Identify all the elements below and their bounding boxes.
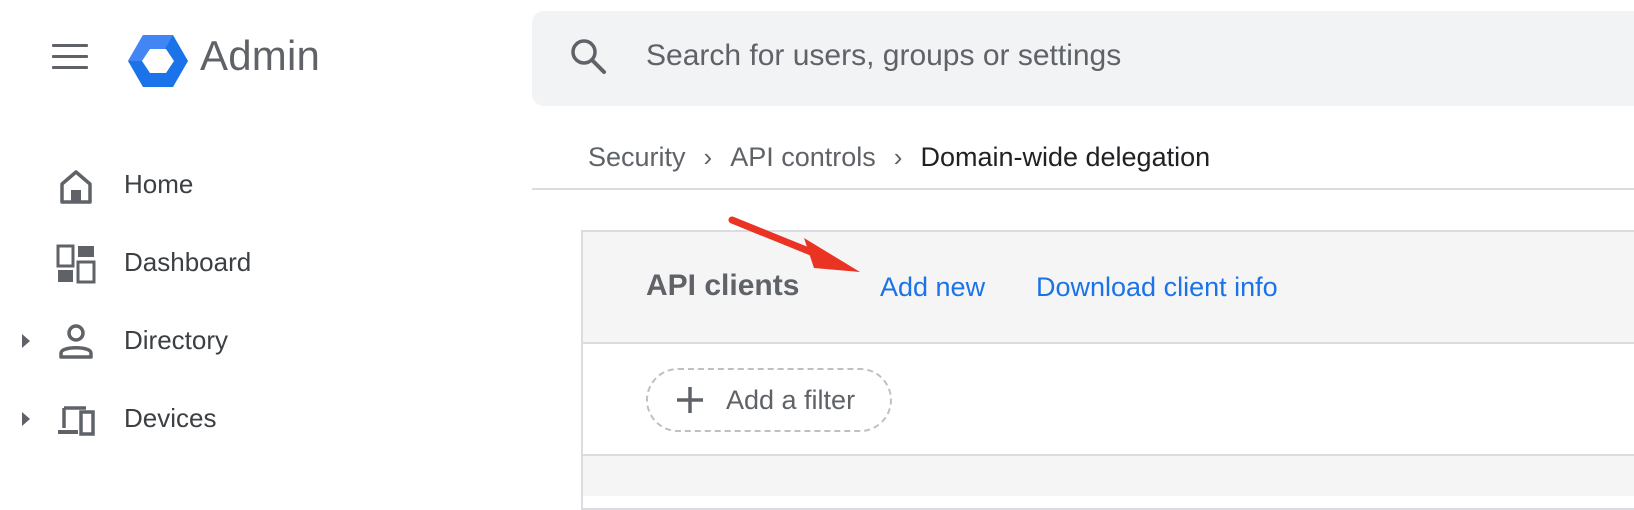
menu-line — [52, 66, 88, 69]
sidebar-item-devices[interactable]: Devices — [0, 388, 520, 450]
expand-caret-icon[interactable] — [22, 412, 30, 426]
app-name: Admin — [200, 32, 321, 79]
person-icon — [59, 324, 93, 359]
sidebar-item-label: Dashboard — [124, 247, 252, 277]
plus-icon — [677, 387, 703, 413]
sidebar-item-home[interactable]: Home — [0, 154, 520, 216]
filter-label: Add a filter — [726, 385, 856, 415]
dashboard-icon — [56, 244, 96, 284]
add-new-link[interactable]: Add new — [880, 272, 985, 303]
breadcrumb-current: Domain-wide delegation — [920, 141, 1211, 172]
add-filter-button[interactable]: Add a filter — [646, 368, 892, 432]
home-icon — [60, 170, 92, 204]
annotation-arrow-icon — [728, 216, 860, 272]
breadcrumb: Security › API controls › Domain-wide de… — [588, 137, 1210, 177]
menu-line — [52, 44, 88, 47]
sidebar-item-label: Home — [124, 169, 194, 199]
main-menu-button[interactable] — [52, 44, 88, 70]
devices-icon — [58, 406, 95, 436]
table-header-row — [583, 456, 1634, 496]
sidebar-item-label: Devices — [124, 403, 217, 433]
breadcrumb-security[interactable]: Security — [588, 142, 686, 173]
sidebar-item-directory[interactable]: Directory — [0, 310, 520, 372]
sidebar-item-dashboard[interactable]: Dashboard — [0, 232, 520, 294]
expand-caret-icon[interactable] — [22, 334, 30, 348]
header-divider — [532, 188, 1634, 190]
search-icon[interactable] — [568, 36, 608, 76]
download-client-info-link[interactable]: Download client info — [1036, 272, 1278, 303]
admin-logo-icon[interactable] — [128, 33, 188, 89]
menu-line — [52, 55, 88, 58]
search-input[interactable] — [646, 34, 1546, 78]
breadcrumb-api-controls[interactable]: API controls — [730, 142, 876, 173]
chevron-right-icon: › — [703, 141, 713, 172]
sidebar-item-label: Directory — [124, 325, 229, 355]
chevron-right-icon: › — [893, 141, 903, 172]
